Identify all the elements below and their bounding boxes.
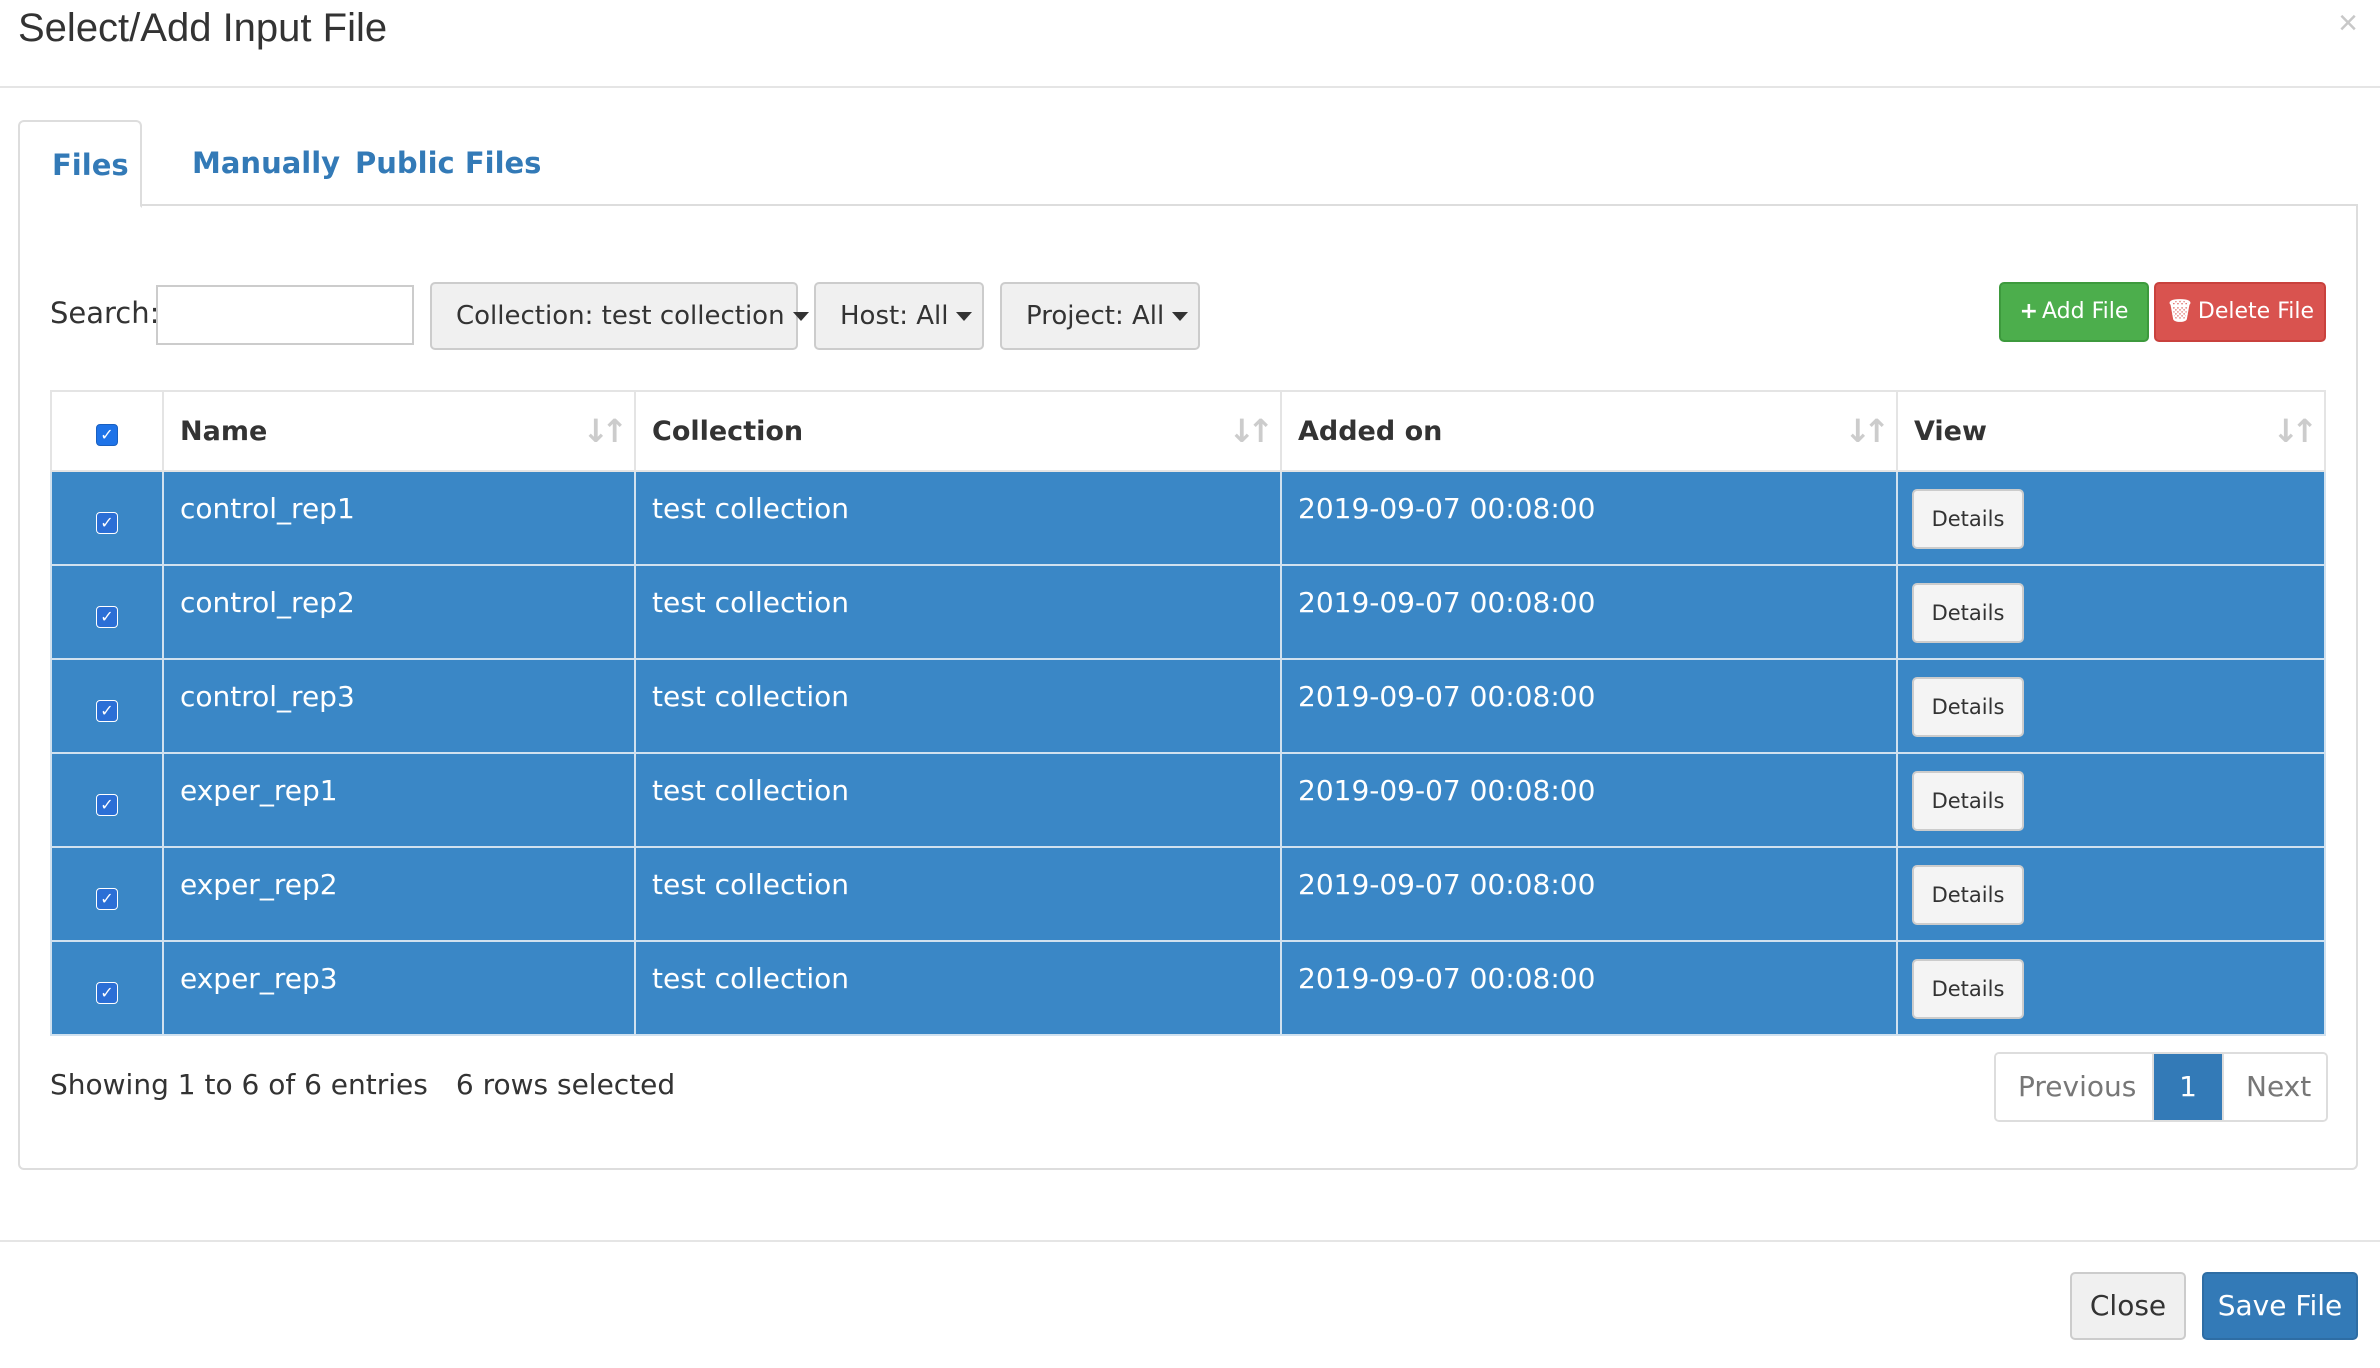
cell-added-on: 2019-09-07 00:08:00: [1280, 846, 1898, 942]
column-header-collection[interactable]: Collection ↓↑: [634, 390, 1282, 472]
cell-name: control_rep2: [162, 564, 636, 660]
row-checkbox[interactable]: ✓: [96, 981, 118, 1004]
column-header-name[interactable]: Name ↓↑: [162, 390, 636, 472]
details-button[interactable]: Details: [1912, 771, 2024, 831]
collection-filter-label: Collection: test collection: [456, 301, 785, 331]
sort-icon: ↓↑: [582, 412, 628, 450]
previous-page-button[interactable]: Previous: [1996, 1054, 2154, 1120]
add-file-button[interactable]: + Add File: [1999, 282, 2149, 342]
caret-down-icon: [956, 312, 973, 321]
search-input[interactable]: [156, 285, 414, 345]
table-row[interactable]: ✓ exper_rep1 test collection 2019-09-07 …: [50, 752, 2326, 848]
project-filter-dropdown[interactable]: Project: All: [1000, 282, 1200, 350]
sort-icon: ↓↑: [1844, 412, 1890, 450]
row-checkbox[interactable]: ✓: [96, 699, 118, 722]
cell-view: Details: [1896, 658, 2326, 754]
delete-file-label: Delete File: [2197, 299, 2315, 324]
table-row[interactable]: ✓ control_rep2 test collection 2019-09-0…: [50, 564, 2326, 660]
cell-added-on: 2019-09-07 00:08:00: [1280, 564, 1898, 660]
files-table: ✓ Name ↓↑ Collection ↓↑ Added on ↓↑ View ↓↑ …: [50, 390, 2326, 1036]
row-checkbox-cell: ✓: [50, 940, 164, 1036]
project-filter-label: Project: All: [1026, 301, 1165, 331]
cell-name: exper_rep2: [162, 846, 636, 942]
delete-file-button[interactable]: 🗑 Delete File: [2154, 282, 2326, 342]
search-label: Search:: [50, 296, 160, 330]
cell-view: Details: [1896, 752, 2326, 848]
cell-view: Details: [1896, 846, 2326, 942]
cell-view: Details: [1896, 940, 2326, 1036]
next-page-button[interactable]: Next: [2222, 1054, 2326, 1120]
trash-icon: 🗑: [2165, 299, 2194, 324]
modal-title: Select/Add Input File: [18, 6, 388, 50]
cell-added-on: 2019-09-07 00:08:00: [1280, 940, 1898, 1036]
tab-files[interactable]: Files: [18, 120, 142, 208]
rows-selected-info: 6 rows selected: [455, 1068, 676, 1101]
cell-name: control_rep1: [162, 470, 636, 566]
details-button[interactable]: Details: [1912, 583, 2024, 643]
row-checkbox[interactable]: ✓: [96, 605, 118, 628]
caret-down-icon: [1172, 312, 1189, 321]
host-filter-dropdown[interactable]: Host: All: [814, 282, 984, 350]
table-row[interactable]: ✓ exper_rep2 test collection 2019-09-07 …: [50, 846, 2326, 942]
details-button[interactable]: Details: [1912, 959, 2024, 1019]
collection-filter-dropdown[interactable]: Collection: test collection: [430, 282, 809, 350]
cell-collection: test collection: [634, 940, 1282, 1036]
pagination: Previous 1 Next: [1994, 1052, 2328, 1122]
sort-icon: ↓↑: [1228, 412, 1274, 450]
cell-added-on: 2019-09-07 00:08:00: [1280, 658, 1898, 754]
tab-public-files[interactable]: Public Files: [323, 120, 573, 206]
select-all-cell: ✓: [50, 390, 164, 472]
caret-down-icon: [792, 312, 809, 321]
cell-name: control_rep3: [162, 658, 636, 754]
column-header-view[interactable]: View ↓↑: [1896, 390, 2326, 472]
cell-collection: test collection: [634, 470, 1282, 566]
cell-collection: test collection: [634, 658, 1282, 754]
entries-info: Showing 1 to 6 of 6 entries: [50, 1068, 428, 1101]
cell-added-on: 2019-09-07 00:08:00: [1280, 470, 1898, 566]
tab-bar: Files Manually Public Files: [18, 120, 2358, 208]
save-file-button[interactable]: Save File: [2202, 1272, 2358, 1340]
row-checkbox-cell: ✓: [50, 564, 164, 660]
row-checkbox[interactable]: ✓: [96, 793, 118, 816]
row-checkbox-cell: ✓: [50, 470, 164, 566]
row-checkbox[interactable]: ✓: [96, 511, 118, 534]
table-row[interactable]: ✓ exper_rep3 test collection 2019-09-07 …: [50, 940, 2326, 1036]
cell-name: exper_rep3: [162, 940, 636, 1036]
cell-collection: test collection: [634, 846, 1282, 942]
select-all-checkbox[interactable]: ✓: [96, 423, 118, 446]
add-file-label: Add File: [2042, 299, 2129, 324]
host-filter-label: Host: All: [840, 301, 949, 331]
details-button[interactable]: Details: [1912, 489, 2024, 549]
footer-divider: [0, 1240, 2380, 1242]
table-info: Showing 1 to 6 of 6 entries 6 rows select…: [50, 1068, 675, 1101]
cell-collection: test collection: [634, 564, 1282, 660]
row-checkbox-cell: ✓: [50, 846, 164, 942]
column-header-added-on[interactable]: Added on ↓↑: [1280, 390, 1898, 472]
row-checkbox[interactable]: ✓: [96, 887, 118, 910]
sort-icon: ↓↑: [2272, 412, 2318, 450]
page-1-button[interactable]: 1: [2154, 1054, 2222, 1120]
table-row[interactable]: ✓ control_rep1 test collection 2019-09-0…: [50, 470, 2326, 566]
plus-icon: +: [2019, 299, 2039, 324]
details-button[interactable]: Details: [1912, 677, 2024, 737]
details-button[interactable]: Details: [1912, 865, 2024, 925]
table-row[interactable]: ✓ control_rep3 test collection 2019-09-0…: [50, 658, 2326, 754]
table-header-row: ✓ Name ↓↑ Collection ↓↑ Added on ↓↑ View ↓↑: [50, 390, 2326, 472]
cell-name: exper_rep1: [162, 752, 636, 848]
cell-view: Details: [1896, 564, 2326, 660]
row-checkbox-cell: ✓: [50, 752, 164, 848]
close-icon[interactable]: ×: [2338, 6, 2358, 40]
cell-collection: test collection: [634, 752, 1282, 848]
close-button[interactable]: Close: [2070, 1272, 2186, 1340]
modal-header: Select/Add Input File ×: [0, 0, 2380, 88]
cell-view: Details: [1896, 470, 2326, 566]
row-checkbox-cell: ✓: [50, 658, 164, 754]
cell-added-on: 2019-09-07 00:08:00: [1280, 752, 1898, 848]
